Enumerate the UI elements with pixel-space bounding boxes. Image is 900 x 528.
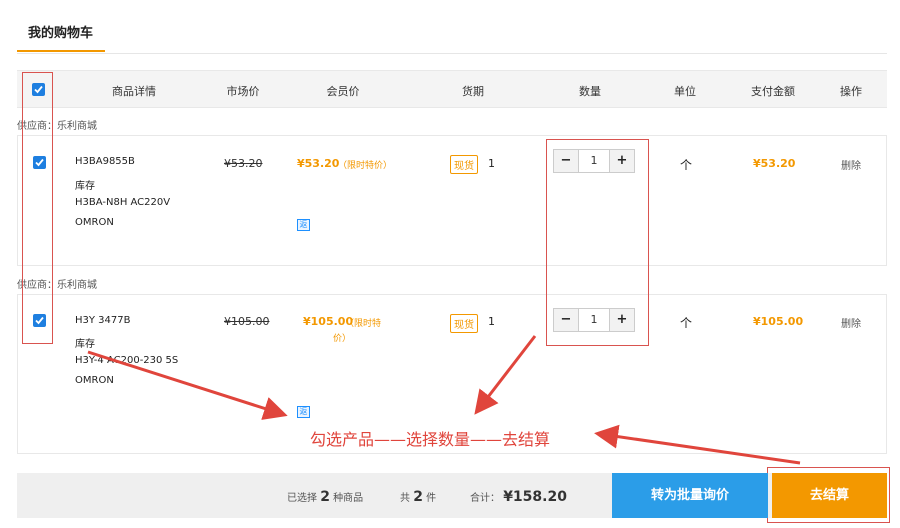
- item-1-stock: 库存: [75, 181, 95, 192]
- cart-header: 商品详情 市场价 会员价 货期 数量 单位 支付金额 操作: [17, 70, 887, 108]
- total-summary: 共 2 件: [400, 489, 436, 505]
- col-market-price: 市场价: [226, 85, 260, 98]
- item-1-spec: H3BA-N8H AC220V: [75, 197, 171, 208]
- col-member-price: 会员价: [326, 85, 360, 98]
- item-1-unit: 个: [680, 158, 693, 172]
- quantity-highlight-box: [546, 139, 649, 346]
- annotation-text: 勾选产品——选择数量——去结算: [310, 430, 551, 449]
- item-2-promo-line2: 价）: [333, 334, 352, 344]
- item-2-model[interactable]: H3Y 3477B: [75, 315, 130, 326]
- checkout-button[interactable]: 去结算: [772, 473, 887, 518]
- rebate-icon: 返: [297, 406, 310, 418]
- item-2-lead-qty: 1: [488, 315, 495, 328]
- item-2-stock: 库存: [75, 339, 95, 350]
- item-2-amount: ¥105.00: [753, 315, 804, 328]
- item-1-promo: （限时特价）: [338, 161, 393, 171]
- item-1-lead-qty: 1: [488, 157, 495, 170]
- item-1-lead-tag: 现货: [450, 155, 478, 174]
- sum-value: ¥158.20: [503, 489, 567, 505]
- selected-summary: 已选择 2 种商品: [287, 489, 363, 505]
- selected-prefix: 已选择: [287, 493, 317, 504]
- item-1-member-price: ¥53.20: [297, 157, 340, 170]
- col-amount: 支付金额: [751, 85, 795, 98]
- selected-suffix: 种商品: [333, 493, 364, 504]
- col-action: 操作: [840, 85, 862, 98]
- selected-count: 2: [320, 489, 330, 505]
- page-title: 我的购物车: [28, 26, 94, 41]
- total-count: 2: [413, 489, 423, 505]
- item-2-spec: H3Y-4 AC200-230 5S: [75, 355, 179, 366]
- item-1-model[interactable]: H3BA9855B: [75, 156, 135, 167]
- total-prefix: 共: [400, 493, 410, 504]
- item-2-market-price: ¥105.00: [224, 315, 270, 328]
- item-2-brand: OMRON: [75, 375, 114, 386]
- title-underline: [17, 50, 105, 52]
- sum-summary: 合计： ¥158.20: [470, 489, 567, 505]
- col-quantity: 数量: [579, 85, 601, 98]
- item-1-brand: OMRON: [75, 217, 114, 228]
- checkbox-highlight-box: [22, 72, 53, 344]
- item-2-lead-tag: 现货: [450, 314, 478, 333]
- sum-label: 合计：: [470, 493, 500, 504]
- col-lead-time: 货期: [462, 85, 484, 98]
- col-unit: 单位: [674, 85, 696, 98]
- item-2-delete-link[interactable]: 删除: [841, 315, 861, 330]
- batch-inquiry-button[interactable]: 转为批量询价: [612, 473, 768, 518]
- item-1-delete-link[interactable]: 删除: [841, 157, 861, 172]
- title-divider: [17, 53, 887, 54]
- total-suffix: 件: [426, 493, 437, 504]
- rebate-icon: 返: [297, 219, 310, 231]
- item-2-unit: 个: [680, 316, 693, 330]
- item-1-amount: ¥53.20: [753, 157, 796, 170]
- item-2-promo-line1: （限时特: [345, 319, 382, 329]
- item-1-market-price: ¥53.20: [224, 157, 263, 170]
- col-product: 商品详情: [112, 85, 156, 98]
